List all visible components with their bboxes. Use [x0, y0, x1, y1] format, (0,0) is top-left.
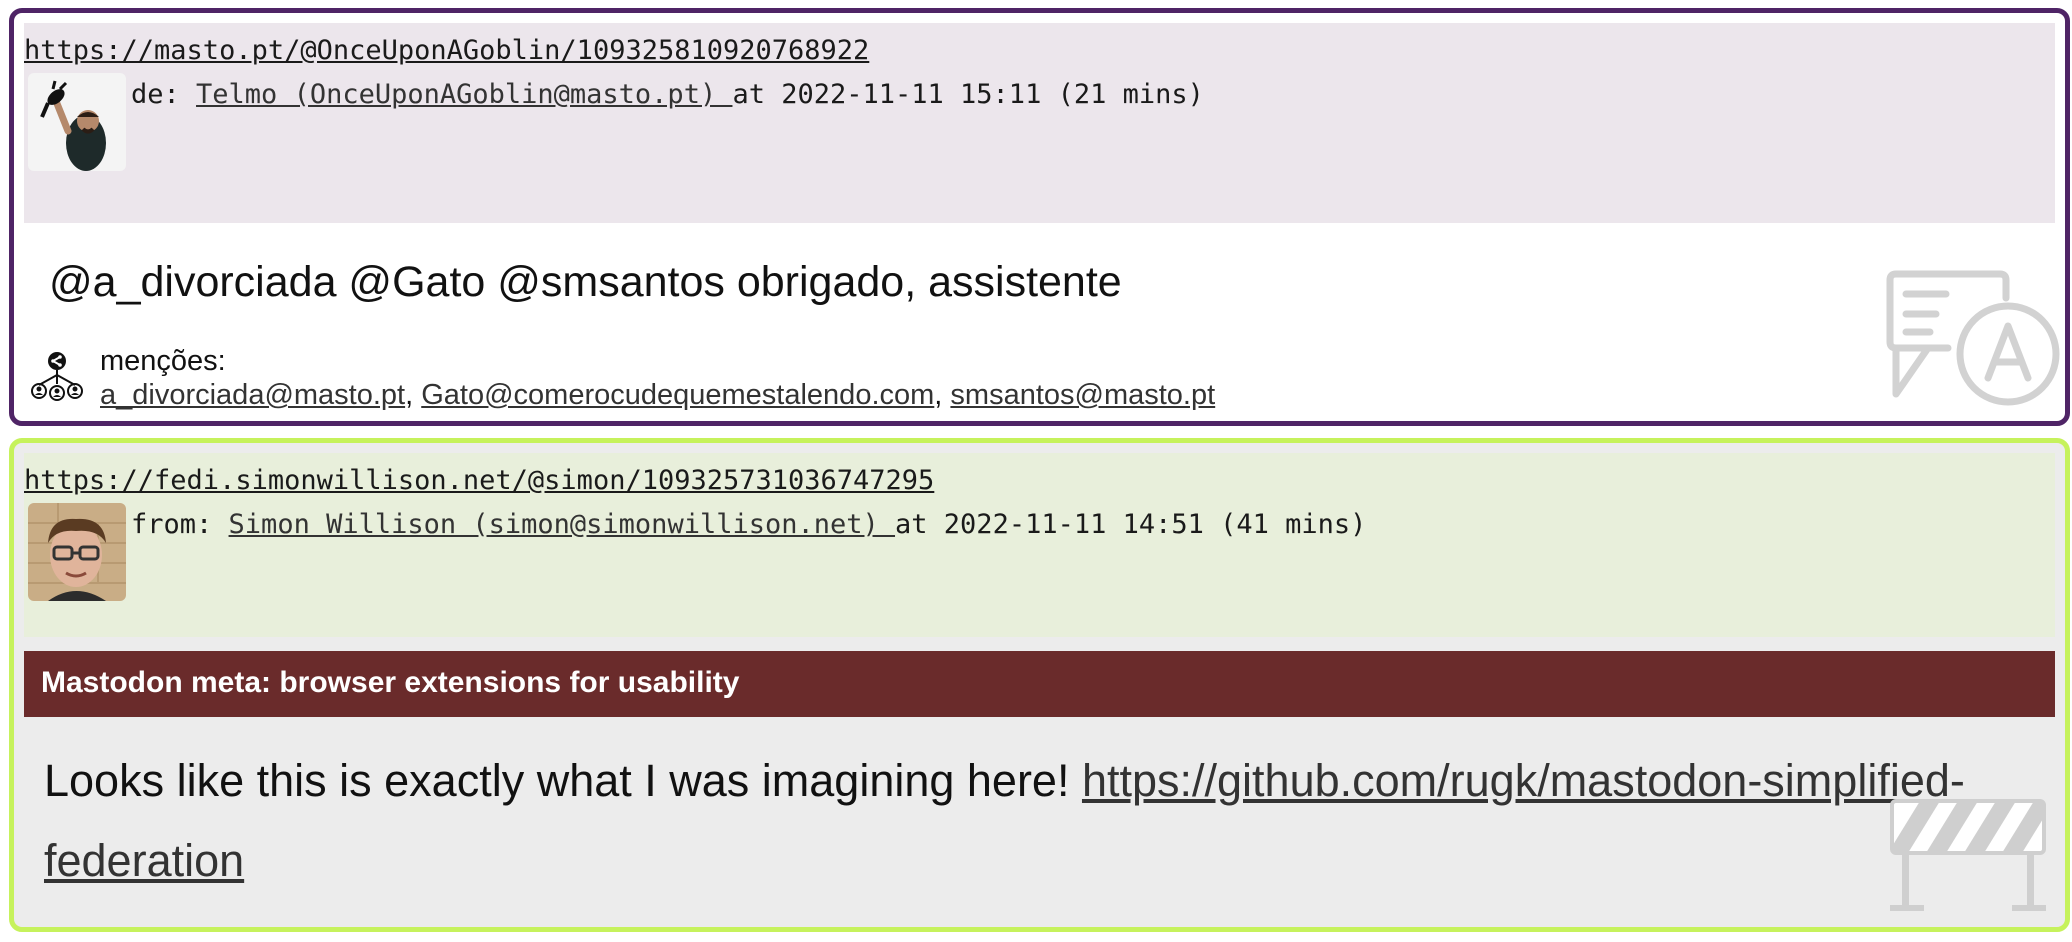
mention-link[interactable]: a_divorciada@masto.pt	[100, 379, 405, 411]
post-timestamp: at 2022-11-11 15:11 (21 mins)	[732, 79, 1204, 110]
post-header: https://masto.pt/@OnceUponAGoblin/109325…	[24, 23, 2055, 223]
post-content: @a_divorciada @Gato @smsantos obrigado, …	[49, 258, 1122, 306]
post-url-link[interactable]: https://fedi.simonwillison.net/@simon/10…	[24, 465, 934, 496]
mentions-list: a_divorciada@masto.pt, Gato@comerocudequ…	[100, 379, 1215, 412]
post-card: https://masto.pt/@OnceUponAGoblin/109325…	[9, 8, 2070, 426]
author-link[interactable]: Simon Willison (simon@simonwillison.net)	[229, 509, 895, 540]
post-card: https://fedi.simonwillison.net/@simon/10…	[9, 438, 2070, 932]
content-warning-bar[interactable]: Mastodon meta: browser extensions for us…	[24, 651, 2055, 717]
mention-link[interactable]: smsantos@masto.pt	[950, 379, 1215, 411]
mentions-icon	[31, 351, 83, 403]
post-url-link[interactable]: https://masto.pt/@OnceUponAGoblin/109325…	[24, 35, 869, 66]
translate-icon[interactable]	[1884, 270, 2062, 408]
post-content: Looks like this is exactly what I was im…	[44, 741, 2034, 901]
from-label: from:	[131, 509, 229, 540]
avatar-telmo-icon[interactable]	[28, 73, 126, 171]
post-header: https://fedi.simonwillison.net/@simon/10…	[24, 453, 2055, 637]
post-byline: from: Simon Willison (simon@simonwilliso…	[131, 509, 1366, 540]
avatar-simon-icon[interactable]	[28, 503, 126, 601]
content-warning-text: Mastodon meta: browser extensions for us…	[41, 666, 740, 699]
post-content-text: Looks like this is exactly what I was im…	[44, 755, 1082, 806]
post-timestamp: at 2022-11-11 14:51 (41 mins)	[895, 509, 1367, 540]
construction-barrier-icon	[1888, 797, 2048, 913]
mention-separator: ,	[934, 379, 951, 411]
mention-link[interactable]: Gato@comerocudequemestalendo.com	[421, 379, 934, 411]
mentions-label: menções:	[100, 345, 226, 377]
post-byline: de: Telmo (OnceUponAGoblin@masto.pt) at …	[131, 79, 1204, 110]
mention-separator: ,	[405, 379, 422, 411]
from-label: de:	[131, 79, 197, 110]
author-link[interactable]: Telmo (OnceUponAGoblin@masto.pt)	[196, 79, 732, 110]
